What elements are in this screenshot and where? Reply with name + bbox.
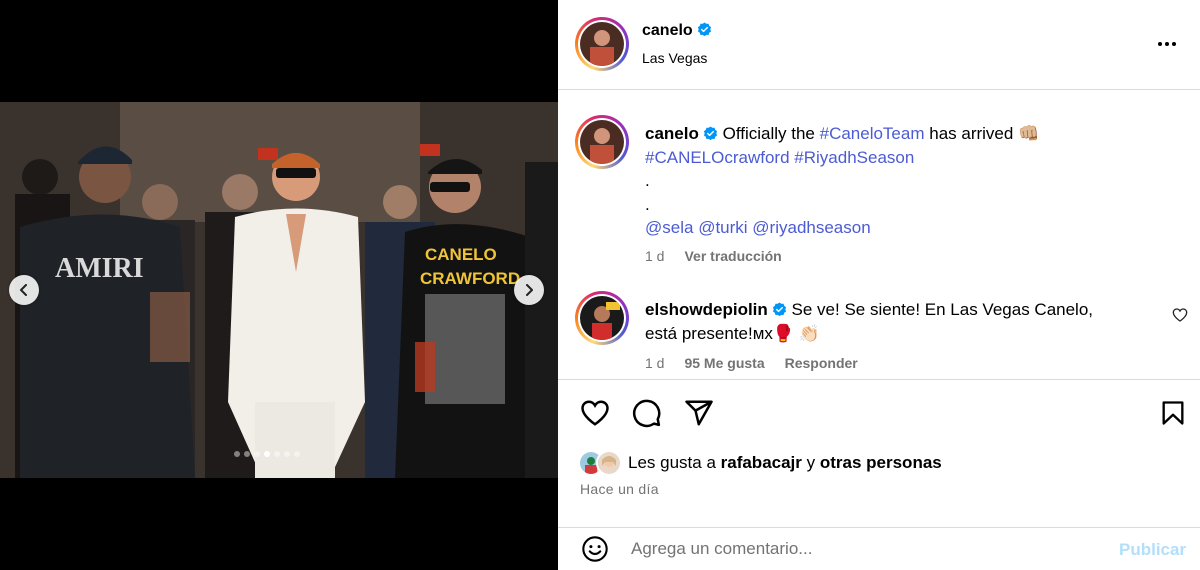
mention-riyadhseason[interactable]: @riyadhseason: [752, 218, 870, 237]
share-icon[interactable]: [684, 398, 714, 428]
caption-text: canelo Officially the #CaneloTeam has ar…: [645, 122, 1165, 240]
mention-sela[interactable]: @sela: [645, 218, 693, 237]
carousel-dot: [254, 451, 260, 457]
comment-time[interactable]: 1 d: [645, 355, 664, 371]
chevron-right-icon: [526, 284, 533, 296]
liker-avatar[interactable]: [596, 450, 622, 476]
verified-badge-icon: [772, 302, 786, 317]
carousel-dot: [284, 451, 290, 457]
more-options-button[interactable]: [1158, 36, 1182, 52]
svg-text:CRAWFORD: CRAWFORD: [420, 269, 520, 288]
carousel-dot: [294, 451, 300, 457]
verified-badge-icon: [697, 22, 711, 37]
verified-badge-icon: [703, 126, 717, 141]
chevron-left-icon: [20, 284, 27, 296]
likes-prefix: Les gusta a: [628, 453, 721, 472]
likes-joiner: y: [801, 453, 820, 472]
carousel-dot: [234, 451, 240, 457]
photo-illustration: AMIRI CANELO CRAWFORD: [0, 102, 558, 478]
carousel-dot: [274, 451, 280, 457]
publish-button[interactable]: Publicar: [1119, 540, 1186, 560]
svg-text:AMIRI: AMIRI: [55, 253, 144, 284]
author-username-text[interactable]: canelo: [642, 22, 693, 39]
commenter-username[interactable]: elshowdepiolin: [645, 300, 768, 319]
hashtag-canelo-team[interactable]: #CaneloTeam: [820, 124, 925, 143]
comment-composer: Publicar: [558, 527, 1200, 570]
mention-turki[interactable]: @turki: [698, 218, 747, 237]
avatar-image: [580, 120, 624, 164]
svg-text:CANELO: CANELO: [425, 245, 497, 264]
emoji-icon[interactable]: [581, 535, 609, 563]
avatar-image: [580, 296, 624, 340]
commenter-avatar[interactable]: [575, 291, 629, 345]
caption-text-prefix: Officially the: [722, 124, 820, 143]
comment-input[interactable]: [631, 536, 1101, 562]
carousel-next-button[interactable]: [514, 275, 544, 305]
carousel-dot: [264, 451, 270, 457]
bookmark-icon[interactable]: [1159, 398, 1187, 428]
post-actions: Les gusta a rafabacajr y otras personas …: [558, 379, 1200, 534]
caption-text-middle: has arrived 👊🏼: [924, 124, 1040, 143]
comment-text: elshowdepiolin Se ve! Se siente! En Las …: [645, 298, 1125, 345]
likes-summary: Les gusta a rafabacajr y otras personas: [578, 450, 942, 476]
avatar-image: [580, 22, 624, 66]
more-dot: [1172, 42, 1176, 46]
caption-dot: .: [645, 194, 650, 214]
hashtag-canelo-crawford[interactable]: #CANELOcrawford: [645, 148, 790, 167]
carousel-indicator: [234, 451, 300, 457]
avatar-image: [598, 452, 620, 474]
author-avatar[interactable]: [575, 17, 629, 71]
comment-likes-count[interactable]: 95 Me gusta: [684, 355, 764, 371]
caption-time[interactable]: 1 d: [645, 248, 664, 264]
post-header: canelo Las Vegas: [558, 0, 1200, 90]
comment-icon[interactable]: [632, 398, 662, 428]
caption-author-avatar[interactable]: [575, 115, 629, 169]
carousel-prev-button[interactable]: [9, 275, 39, 305]
reply-button[interactable]: Responder: [785, 355, 858, 371]
others-liked-link[interactable]: otras personas: [820, 453, 942, 472]
caption-meta: 1 d Ver traducción: [645, 248, 782, 264]
comment-like-heart-icon[interactable]: [1172, 307, 1188, 323]
likes-text: Les gusta a rafabacajr y otras personas: [628, 453, 942, 473]
comment-meta: 1 d 95 Me gusta Responder: [645, 355, 858, 371]
post-photo[interactable]: AMIRI CANELO CRAWFORD: [0, 102, 558, 478]
carousel-dot: [244, 451, 250, 457]
post-location[interactable]: Las Vegas: [642, 50, 707, 66]
caption-dot: .: [645, 171, 650, 190]
caption-author[interactable]: canelo: [645, 124, 699, 143]
liker-username[interactable]: rafabacajr: [721, 453, 802, 472]
author-username[interactable]: canelo: [642, 22, 712, 40]
post-media: AMIRI CANELO CRAWFORD: [0, 0, 558, 570]
more-dot: [1165, 42, 1169, 46]
post-timestamp[interactable]: Hace un día: [580, 481, 659, 497]
hashtag-riyadh-season[interactable]: #RiyadhSeason: [794, 148, 914, 167]
see-translation-link[interactable]: Ver traducción: [684, 248, 781, 264]
more-horizontal-icon: [1158, 42, 1162, 46]
heart-icon[interactable]: [579, 398, 611, 428]
post-side-panel: canelo Las Vegas canelo Officially the #…: [558, 0, 1200, 570]
